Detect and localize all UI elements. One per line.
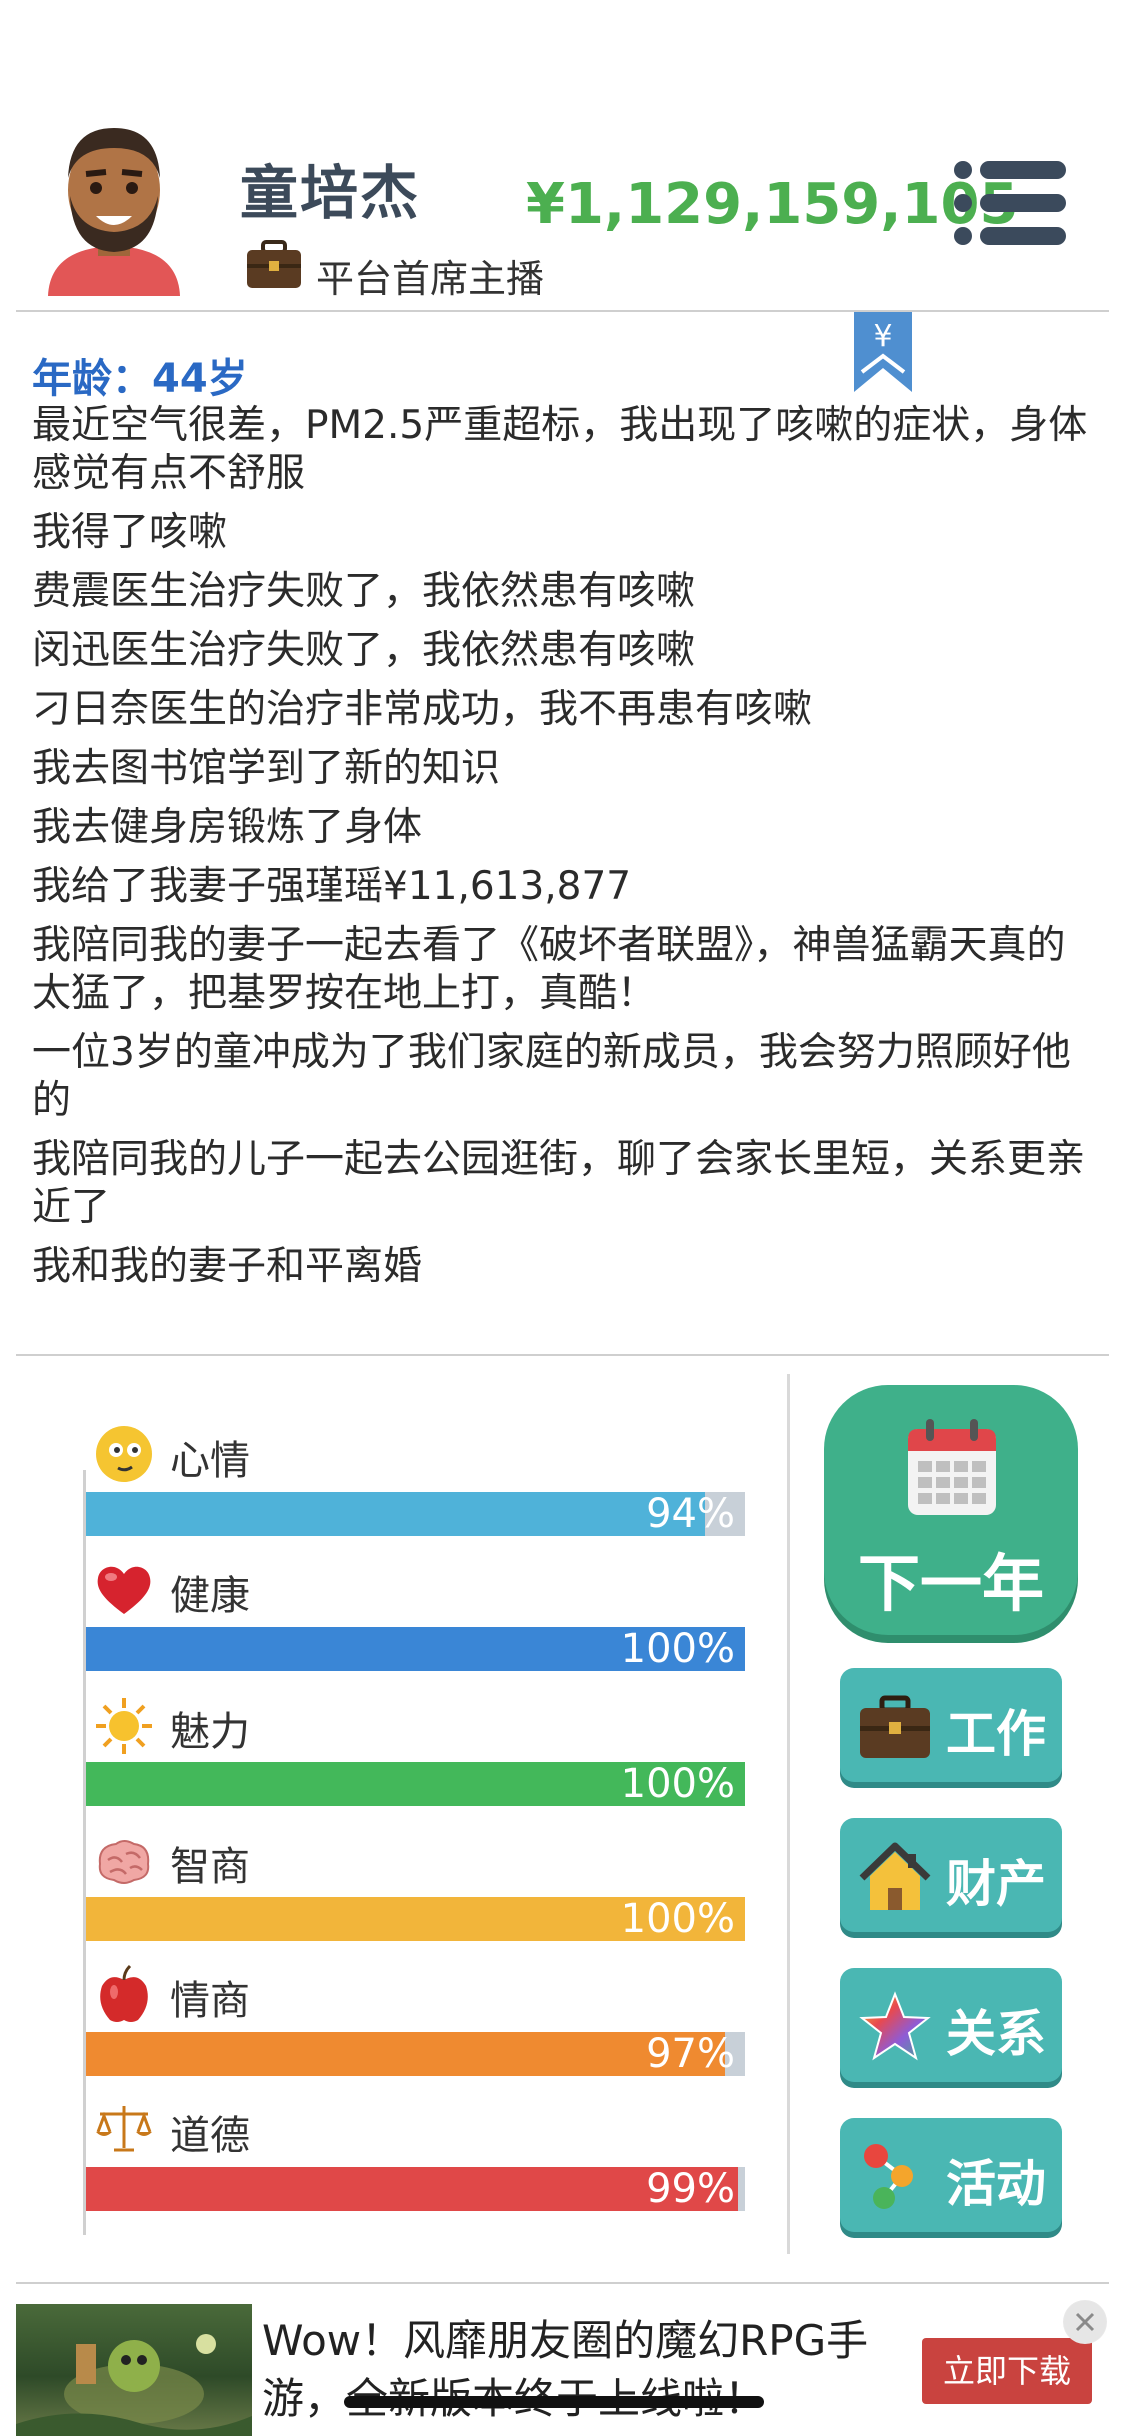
star-icon bbox=[859, 1991, 931, 2061]
svg-text:¥: ¥ bbox=[873, 319, 892, 354]
age-label: 年龄：44岁 bbox=[32, 356, 248, 402]
stat-bar-eq: 97% bbox=[86, 2031, 745, 2077]
heart-icon bbox=[97, 1566, 151, 1614]
ad-text[interactable]: Wow！风靡朋友圈的魔幻RPG手游，全新版本终于上线啦！ bbox=[262, 2312, 902, 2428]
stat-percent: 94% bbox=[646, 1491, 735, 1537]
money-bookmark-icon[interactable]: ¥ bbox=[854, 312, 912, 392]
log-divider bbox=[16, 1354, 1109, 1356]
stat-bar-iq: 100% bbox=[86, 1896, 745, 1942]
stat-fill bbox=[86, 1492, 706, 1536]
stat-label-health: 健康 bbox=[170, 1573, 250, 1619]
relations-button[interactable]: 关系 bbox=[840, 1968, 1062, 2082]
avatar bbox=[48, 128, 180, 296]
briefcase-icon bbox=[860, 1695, 930, 1758]
stat-percent: 100% bbox=[620, 1626, 735, 1672]
log-entry: 我陪同我的儿子一起去公园逛街，聊了会家长里短，关系更亲近了 bbox=[32, 1137, 1086, 1230]
log-entry: 我去健身房锻炼了身体 bbox=[32, 805, 423, 850]
stat-bar-health: 100% bbox=[86, 1626, 745, 1672]
stat-percent: 97% bbox=[646, 2031, 735, 2077]
stat-percent: 100% bbox=[620, 1761, 735, 1807]
work-button[interactable]: 工作 bbox=[840, 1668, 1062, 1782]
apple-icon bbox=[100, 1964, 148, 2022]
menu-icon[interactable] bbox=[954, 158, 1066, 248]
log-entry: 最近空气很差，PM2.5严重超标，我出现了咳嗽的症状，身体感觉有点不舒服 bbox=[32, 403, 1088, 496]
player-title: 平台首席主播 bbox=[316, 257, 545, 301]
stat-label-iq: 智商 bbox=[170, 1844, 250, 1890]
money-balance: ¥1,129,159,105 bbox=[526, 172, 1019, 237]
log-entry: 刁日奈医生的治疗非常成功，我不再患有咳嗽 bbox=[32, 687, 813, 732]
brain-icon bbox=[98, 1840, 150, 1884]
ad-image[interactable] bbox=[16, 2304, 252, 2436]
event-log: 最近空气很差，PM2.5严重超标，我出现了咳嗽的症状，身体感觉有点不舒服 我得了… bbox=[32, 402, 1092, 1302]
next-year-button[interactable]: 下一年 bbox=[824, 1385, 1078, 1635]
stat-fill bbox=[86, 2032, 726, 2076]
activities-button[interactable]: 活动 bbox=[840, 2118, 1062, 2232]
work-label: 工作 bbox=[946, 1705, 1046, 1763]
log-entry: 我陪同我的妻子一起去看了《破坏者联盟》，神兽猛霸天真的太猛了，把基罗按在地上打，… bbox=[32, 923, 1066, 1016]
calendar-icon bbox=[908, 1419, 996, 1515]
home-indicator[interactable] bbox=[344, 2396, 764, 2408]
ad-download-button[interactable]: 立即下载 bbox=[922, 2338, 1092, 2404]
stat-label-eq: 情商 bbox=[170, 1978, 250, 2024]
scales-icon bbox=[96, 2106, 152, 2152]
ad-game-art bbox=[16, 2334, 252, 2436]
log-entry: 我和我的妻子和平离婚 bbox=[32, 1244, 423, 1289]
smiley-icon bbox=[96, 1426, 152, 1482]
stat-bar-charm: 100% bbox=[86, 1761, 745, 1807]
property-label: 财产 bbox=[946, 1855, 1046, 1913]
log-entry: 我给了我妻子强瑾瑶¥11,613,877 bbox=[32, 864, 632, 909]
log-entry: 闵迅医生治疗失败了，我依然患有咳嗽 bbox=[32, 628, 696, 673]
property-button[interactable]: 财产 bbox=[840, 1818, 1062, 1932]
stat-bar-mood: 94% bbox=[86, 1491, 745, 1537]
stat-label-mood: 心情 bbox=[170, 1438, 250, 1484]
log-entry: 我去图书馆学到了新的知识 bbox=[32, 746, 501, 791]
log-entry: 费震医生治疗失败了，我依然患有咳嗽 bbox=[32, 569, 696, 614]
house-icon bbox=[859, 1842, 931, 1910]
stat-percent: 99% bbox=[646, 2166, 735, 2212]
log-entry: 我得了咳嗽 bbox=[32, 510, 228, 555]
ad-divider bbox=[16, 2282, 1109, 2284]
stats-axis bbox=[83, 1470, 86, 2235]
stat-percent: 100% bbox=[620, 1896, 735, 1942]
activities-label: 活动 bbox=[946, 2155, 1046, 2213]
stat-label-morality: 道德 bbox=[170, 2113, 250, 2159]
header-divider bbox=[16, 310, 1109, 312]
stat-bar-morality: 99% bbox=[86, 2166, 745, 2212]
close-icon[interactable] bbox=[1063, 2300, 1107, 2344]
relations-label: 关系 bbox=[946, 2005, 1046, 2063]
stat-label-charm: 魅力 bbox=[170, 1709, 250, 1755]
briefcase-icon bbox=[247, 240, 301, 288]
log-entry: 一位3岁的童冲成为了我们家庭的新成员，我会努力照顾好他的 bbox=[32, 1030, 1071, 1123]
activities-dots-icon bbox=[864, 2144, 913, 2209]
sun-icon bbox=[96, 1698, 152, 1754]
next-year-label: 下一年 bbox=[857, 1547, 1044, 1620]
stat-fill bbox=[86, 2167, 739, 2211]
stats-actions-divider bbox=[787, 1374, 790, 2254]
player-name: 童培杰 bbox=[240, 159, 421, 227]
